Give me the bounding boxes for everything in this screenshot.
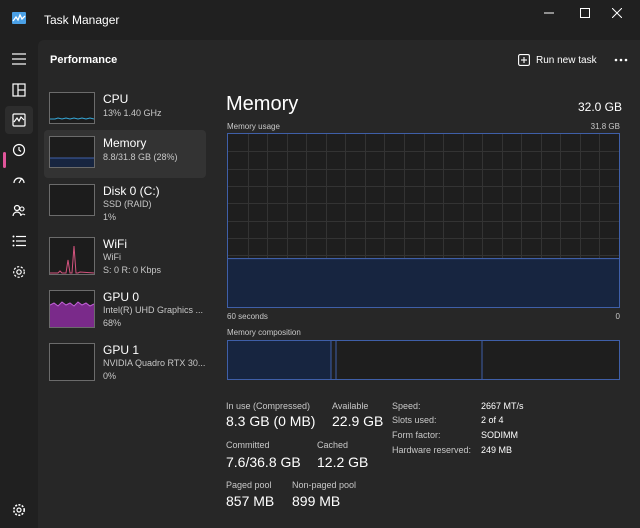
gpu1-thumbnail-graph [49, 343, 95, 381]
non-paged-pool-label: Non-paged pool [292, 480, 357, 490]
nav-services[interactable] [5, 258, 33, 286]
resource-title: GPU 1 [103, 343, 140, 357]
resource-detail-secondary: 68% [103, 318, 122, 328]
in-use-value: 8.3 GB (0 MB) [226, 413, 316, 429]
in-use-label: In use (Compressed) [226, 401, 311, 411]
processes-icon [12, 83, 26, 97]
nav-users[interactable] [5, 196, 33, 224]
run-new-task-label: Run new task [536, 54, 597, 66]
memory-usage-area [228, 258, 619, 307]
resource-detail: Intel(R) UHD Graphics ... [103, 305, 204, 315]
memory-panel: Memory 32.0 GB Memory usage 31.8 GB 60 s… [226, 80, 630, 528]
navigation-rail [0, 40, 38, 528]
task-manager-app-icon [12, 12, 26, 24]
memory-usage-plot [228, 134, 619, 307]
time-end-label: 0 [615, 312, 620, 321]
memory-usage-graph [227, 133, 620, 308]
form-factor-value: SODIMM [481, 430, 518, 440]
close-icon [612, 8, 622, 18]
paged-pool-label: Paged pool [226, 480, 272, 490]
resource-title: WiFi [103, 237, 127, 251]
settings-icon [13, 504, 25, 516]
resource-detail: 13% 1.40 GHz [103, 108, 162, 118]
title-bar: Task Manager [0, 0, 640, 40]
resource-detail-secondary: 1% [103, 212, 117, 222]
resource-detail: SSD (RAID) [103, 199, 152, 209]
speed-label: Speed: [392, 401, 421, 411]
available-label: Available [332, 401, 369, 411]
resource-gpu0[interactable]: GPU 0 Intel(R) UHD Graphics ... 68% [44, 284, 206, 332]
disk-thumbnail-graph [49, 184, 95, 216]
time-span-label: 60 seconds [227, 312, 268, 321]
resource-title: Disk 0 (C:) [103, 184, 160, 198]
users-icon [12, 204, 26, 217]
hardware-reserved-value: 249 MB [481, 445, 513, 455]
run-task-icon [518, 54, 530, 66]
memory-usage-label: Memory usage [227, 122, 280, 131]
page-title: Performance [50, 54, 118, 66]
nav-performance[interactable] [5, 106, 33, 134]
cached-value: 12.2 GB [317, 454, 369, 470]
wifi-thumbnail-graph [49, 237, 95, 275]
more-options-button[interactable] [610, 50, 632, 70]
performance-icon [12, 113, 26, 127]
resource-gpu1[interactable]: GPU 1 NVIDIA Quadro RTX 30... 0% [44, 337, 206, 385]
resource-memory[interactable]: Memory 8.8/31.8 GB (28%) [44, 130, 206, 178]
resource-title: GPU 0 [103, 290, 140, 304]
resource-detail: NVIDIA Quadro RTX 30... [103, 358, 206, 368]
resource-title: CPU [103, 92, 129, 106]
resource-detail-secondary: S: 0 R: 0 Kbps [103, 265, 162, 275]
details-icon [12, 235, 26, 247]
cached-label: Cached [317, 440, 349, 450]
gpu0-thumbnail-graph [49, 290, 95, 328]
resource-disk[interactable]: Disk 0 (C:) SSD (RAID) 1% [44, 178, 206, 226]
minimize-icon [544, 12, 554, 14]
committed-label: Committed [226, 440, 270, 450]
maximize-icon [580, 8, 590, 18]
resource-cpu[interactable]: CPU 13% 1.40 GHz [44, 86, 206, 134]
page-header: Performance Run new task [38, 40, 640, 80]
window-title: Task Manager [44, 13, 120, 27]
non-paged-pool-value: 899 MB [292, 493, 341, 509]
speed-value: 2667 MT/s [481, 401, 524, 411]
services-icon [13, 266, 25, 278]
composition-in-use [228, 341, 331, 379]
hardware-reserved-label: Hardware reserved: [392, 445, 472, 455]
nav-settings[interactable] [5, 496, 33, 524]
nav-app-history[interactable] [5, 136, 33, 164]
available-value: 22.9 GB [332, 413, 384, 429]
close-button[interactable] [594, 0, 640, 26]
paged-pool-value: 857 MB [226, 493, 275, 509]
memory-composition-bar [227, 340, 620, 380]
content-area: CPU 13% 1.40 GHz Memory 8.8/31.8 GB (28%… [38, 80, 640, 528]
resource-title: Memory [103, 136, 147, 150]
resource-detail: 8.8/31.8 GB (28%) [103, 152, 178, 162]
nav-startup-apps[interactable] [5, 166, 33, 194]
cpu-thumbnail-graph [49, 92, 95, 124]
resource-detail-secondary: 0% [103, 371, 117, 381]
memory-thumbnail-graph [49, 136, 95, 168]
run-new-task-button[interactable]: Run new task [514, 49, 601, 71]
committed-value: 7.6/36.8 GB [226, 454, 301, 470]
memory-composition-label: Memory composition [227, 328, 301, 337]
slots-used-label: Slots used: [392, 415, 437, 425]
resource-detail: WiFi [103, 252, 121, 262]
startup-apps-icon [13, 177, 25, 184]
more-icon [614, 58, 628, 62]
menu-button[interactable] [5, 45, 33, 73]
menu-icon [12, 53, 26, 65]
memory-title: Memory [226, 93, 299, 115]
memory-usage-max: 31.8 GB [590, 122, 620, 131]
form-factor-label: Form factor: [392, 430, 441, 440]
nav-processes[interactable] [5, 76, 33, 104]
app-history-icon [12, 143, 26, 157]
resource-wifi[interactable]: WiFi WiFi S: 0 R: 0 Kbps [44, 231, 206, 279]
memory-total: 32.0 GB [577, 100, 622, 114]
slots-used-value: 2 of 4 [481, 415, 504, 425]
nav-details[interactable] [5, 227, 33, 255]
